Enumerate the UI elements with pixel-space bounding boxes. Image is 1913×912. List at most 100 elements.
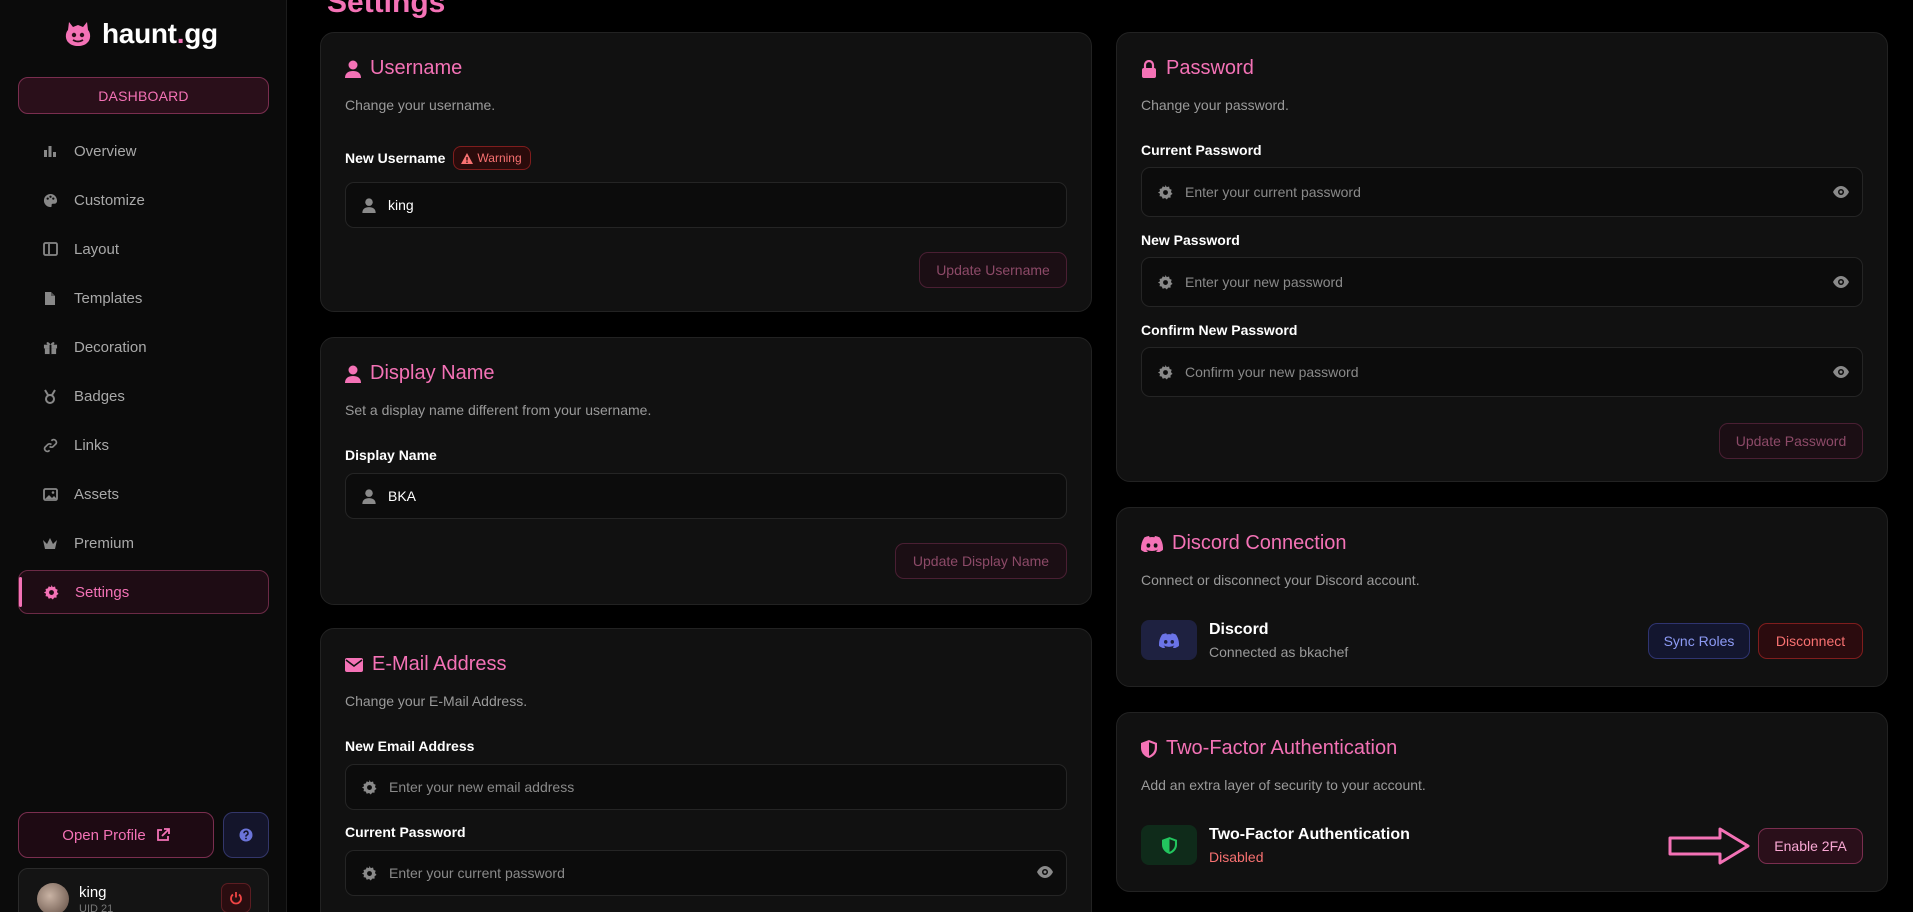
sidebar-item-badges[interactable]: Badges (18, 374, 269, 418)
sidebar-item-templates[interactable]: Templates (18, 276, 269, 320)
sidebar-item-label: Overview (74, 142, 137, 160)
gift-icon (42, 339, 58, 355)
card-description: Change your password. (1141, 97, 1289, 113)
shield-icon (1161, 836, 1177, 854)
card-title-text: Two-Factor Authentication (1166, 737, 1398, 759)
sidebar-nav: Overview Customize Layout Templates Deco… (18, 129, 269, 619)
new-username-input[interactable]: king (345, 182, 1067, 228)
discord-connection-status: Connected as bkachef (1209, 644, 1349, 660)
sidebar: haunt.gg DASHBOARD Overview Customize La… (0, 0, 287, 912)
open-profile-label: Open Profile (62, 826, 146, 844)
external-link-icon (156, 828, 170, 841)
sync-roles-button[interactable]: Sync Roles (1648, 623, 1750, 659)
sidebar-item-settings[interactable]: Settings (18, 570, 269, 614)
two-factor-status: Disabled (1209, 849, 1264, 865)
display-name-card: Display Name Set a display name differen… (320, 337, 1092, 605)
card-title-text: E-Mail Address (372, 653, 507, 675)
card-title-text: Password (1166, 57, 1254, 79)
update-password-button[interactable]: Update Password (1719, 423, 1863, 459)
label-text: New Username (345, 150, 446, 166)
enable-2fa-button[interactable]: Enable 2FA (1758, 828, 1863, 864)
medal-icon (42, 388, 58, 404)
discord-card: Discord Connection Connect or disconnect… (1116, 507, 1888, 687)
eye-icon[interactable] (1832, 365, 1850, 379)
power-icon (230, 892, 242, 905)
two-factor-service-icon (1141, 825, 1197, 865)
layout-icon (42, 241, 58, 257)
eye-icon[interactable] (1036, 865, 1054, 879)
card-title: E-Mail Address (345, 653, 507, 676)
sidebar-item-customize[interactable]: Customize (18, 178, 269, 222)
card-title-text: Username (370, 57, 463, 79)
new-password-label: New Password (1141, 232, 1240, 248)
lock-icon (1142, 59, 1156, 78)
question-circle-icon (239, 828, 253, 842)
current-password-label: Current Password (345, 824, 466, 840)
current-password-input[interactable]: Enter your current password (1141, 167, 1863, 217)
sidebar-item-assets[interactable]: Assets (18, 472, 269, 516)
dashboard-button[interactable]: DASHBOARD (18, 77, 269, 114)
warning-triangle-icon (461, 152, 474, 164)
current-password-label: Current Password (1141, 142, 1262, 158)
gear-icon (362, 865, 377, 881)
sidebar-item-decoration[interactable]: Decoration (18, 325, 269, 369)
card-title-text: Discord Connection (1172, 532, 1347, 554)
open-profile-button[interactable]: Open Profile (18, 812, 214, 858)
new-email-input[interactable]: Enter your new email address (345, 764, 1067, 810)
sidebar-item-layout[interactable]: Layout (18, 227, 269, 271)
confirm-password-input[interactable]: Confirm your new password (1141, 347, 1863, 397)
email-current-password-input[interactable]: Enter your current password (345, 850, 1067, 896)
dashboard-label: DASHBOARD (98, 87, 189, 104)
new-password-input[interactable]: Enter your new password (1141, 257, 1863, 307)
warning-badge[interactable]: Warning (453, 146, 531, 170)
sidebar-item-links[interactable]: Links (18, 423, 269, 467)
gear-icon (1158, 364, 1173, 380)
card-title: Password (1141, 57, 1254, 80)
two-factor-card: Two-Factor Authentication Add an extra l… (1116, 712, 1888, 892)
display-name-label: Display Name (345, 447, 437, 463)
sidebar-item-label: Settings (75, 583, 130, 601)
avatar[interactable] (37, 883, 69, 912)
input-value: king (388, 197, 414, 213)
user-icon (362, 197, 376, 213)
sidebar-item-label: Layout (74, 240, 120, 258)
input-placeholder: Enter your current password (389, 865, 565, 881)
discord-icon (1159, 632, 1179, 648)
arrow-right-icon (1668, 827, 1750, 865)
email-card: E-Mail Address Change your E-Mail Addres… (320, 628, 1092, 912)
logout-button[interactable] (221, 883, 251, 912)
eye-icon[interactable] (1832, 185, 1850, 199)
user-uid: UID 21 (79, 903, 114, 912)
sidebar-item-premium[interactable]: Premium (18, 521, 269, 565)
help-button[interactable] (223, 812, 269, 858)
update-display-name-button[interactable]: Update Display Name (895, 543, 1067, 579)
new-username-label: New Username Warning (345, 146, 531, 170)
button-label: Sync Roles (1663, 633, 1735, 649)
button-label: Disconnect (1775, 633, 1846, 649)
gear-icon (43, 584, 59, 600)
update-username-button[interactable]: Update Username (919, 252, 1067, 288)
eye-icon[interactable] (1832, 275, 1850, 289)
warning-text: Warning (477, 151, 522, 165)
button-label: Update Password (1735, 433, 1847, 449)
user-name: king (79, 884, 107, 901)
card-title-text: Display Name (370, 362, 495, 384)
card-title: Two-Factor Authentication (1141, 737, 1397, 760)
bar-chart-icon (42, 143, 58, 159)
card-title: Username (345, 57, 462, 80)
crown-icon (42, 535, 58, 551)
card-description: Change your username. (345, 97, 496, 113)
user-icon (345, 60, 361, 78)
sidebar-item-label: Links (74, 436, 110, 454)
disconnect-button[interactable]: Disconnect (1758, 623, 1863, 659)
input-placeholder: Enter your current password (1185, 184, 1361, 200)
card-description: Add an extra layer of security to your a… (1141, 777, 1426, 793)
input-placeholder: Enter your new password (1185, 274, 1343, 290)
brand-logo-link[interactable]: haunt.gg (62, 18, 218, 50)
sidebar-item-overview[interactable]: Overview (18, 129, 269, 173)
display-name-input[interactable]: BKA (345, 473, 1067, 519)
button-label: Enable 2FA (1774, 838, 1847, 854)
sidebar-item-label: Badges (74, 387, 125, 405)
sidebar-item-label: Decoration (74, 338, 147, 356)
gear-icon (362, 779, 377, 795)
